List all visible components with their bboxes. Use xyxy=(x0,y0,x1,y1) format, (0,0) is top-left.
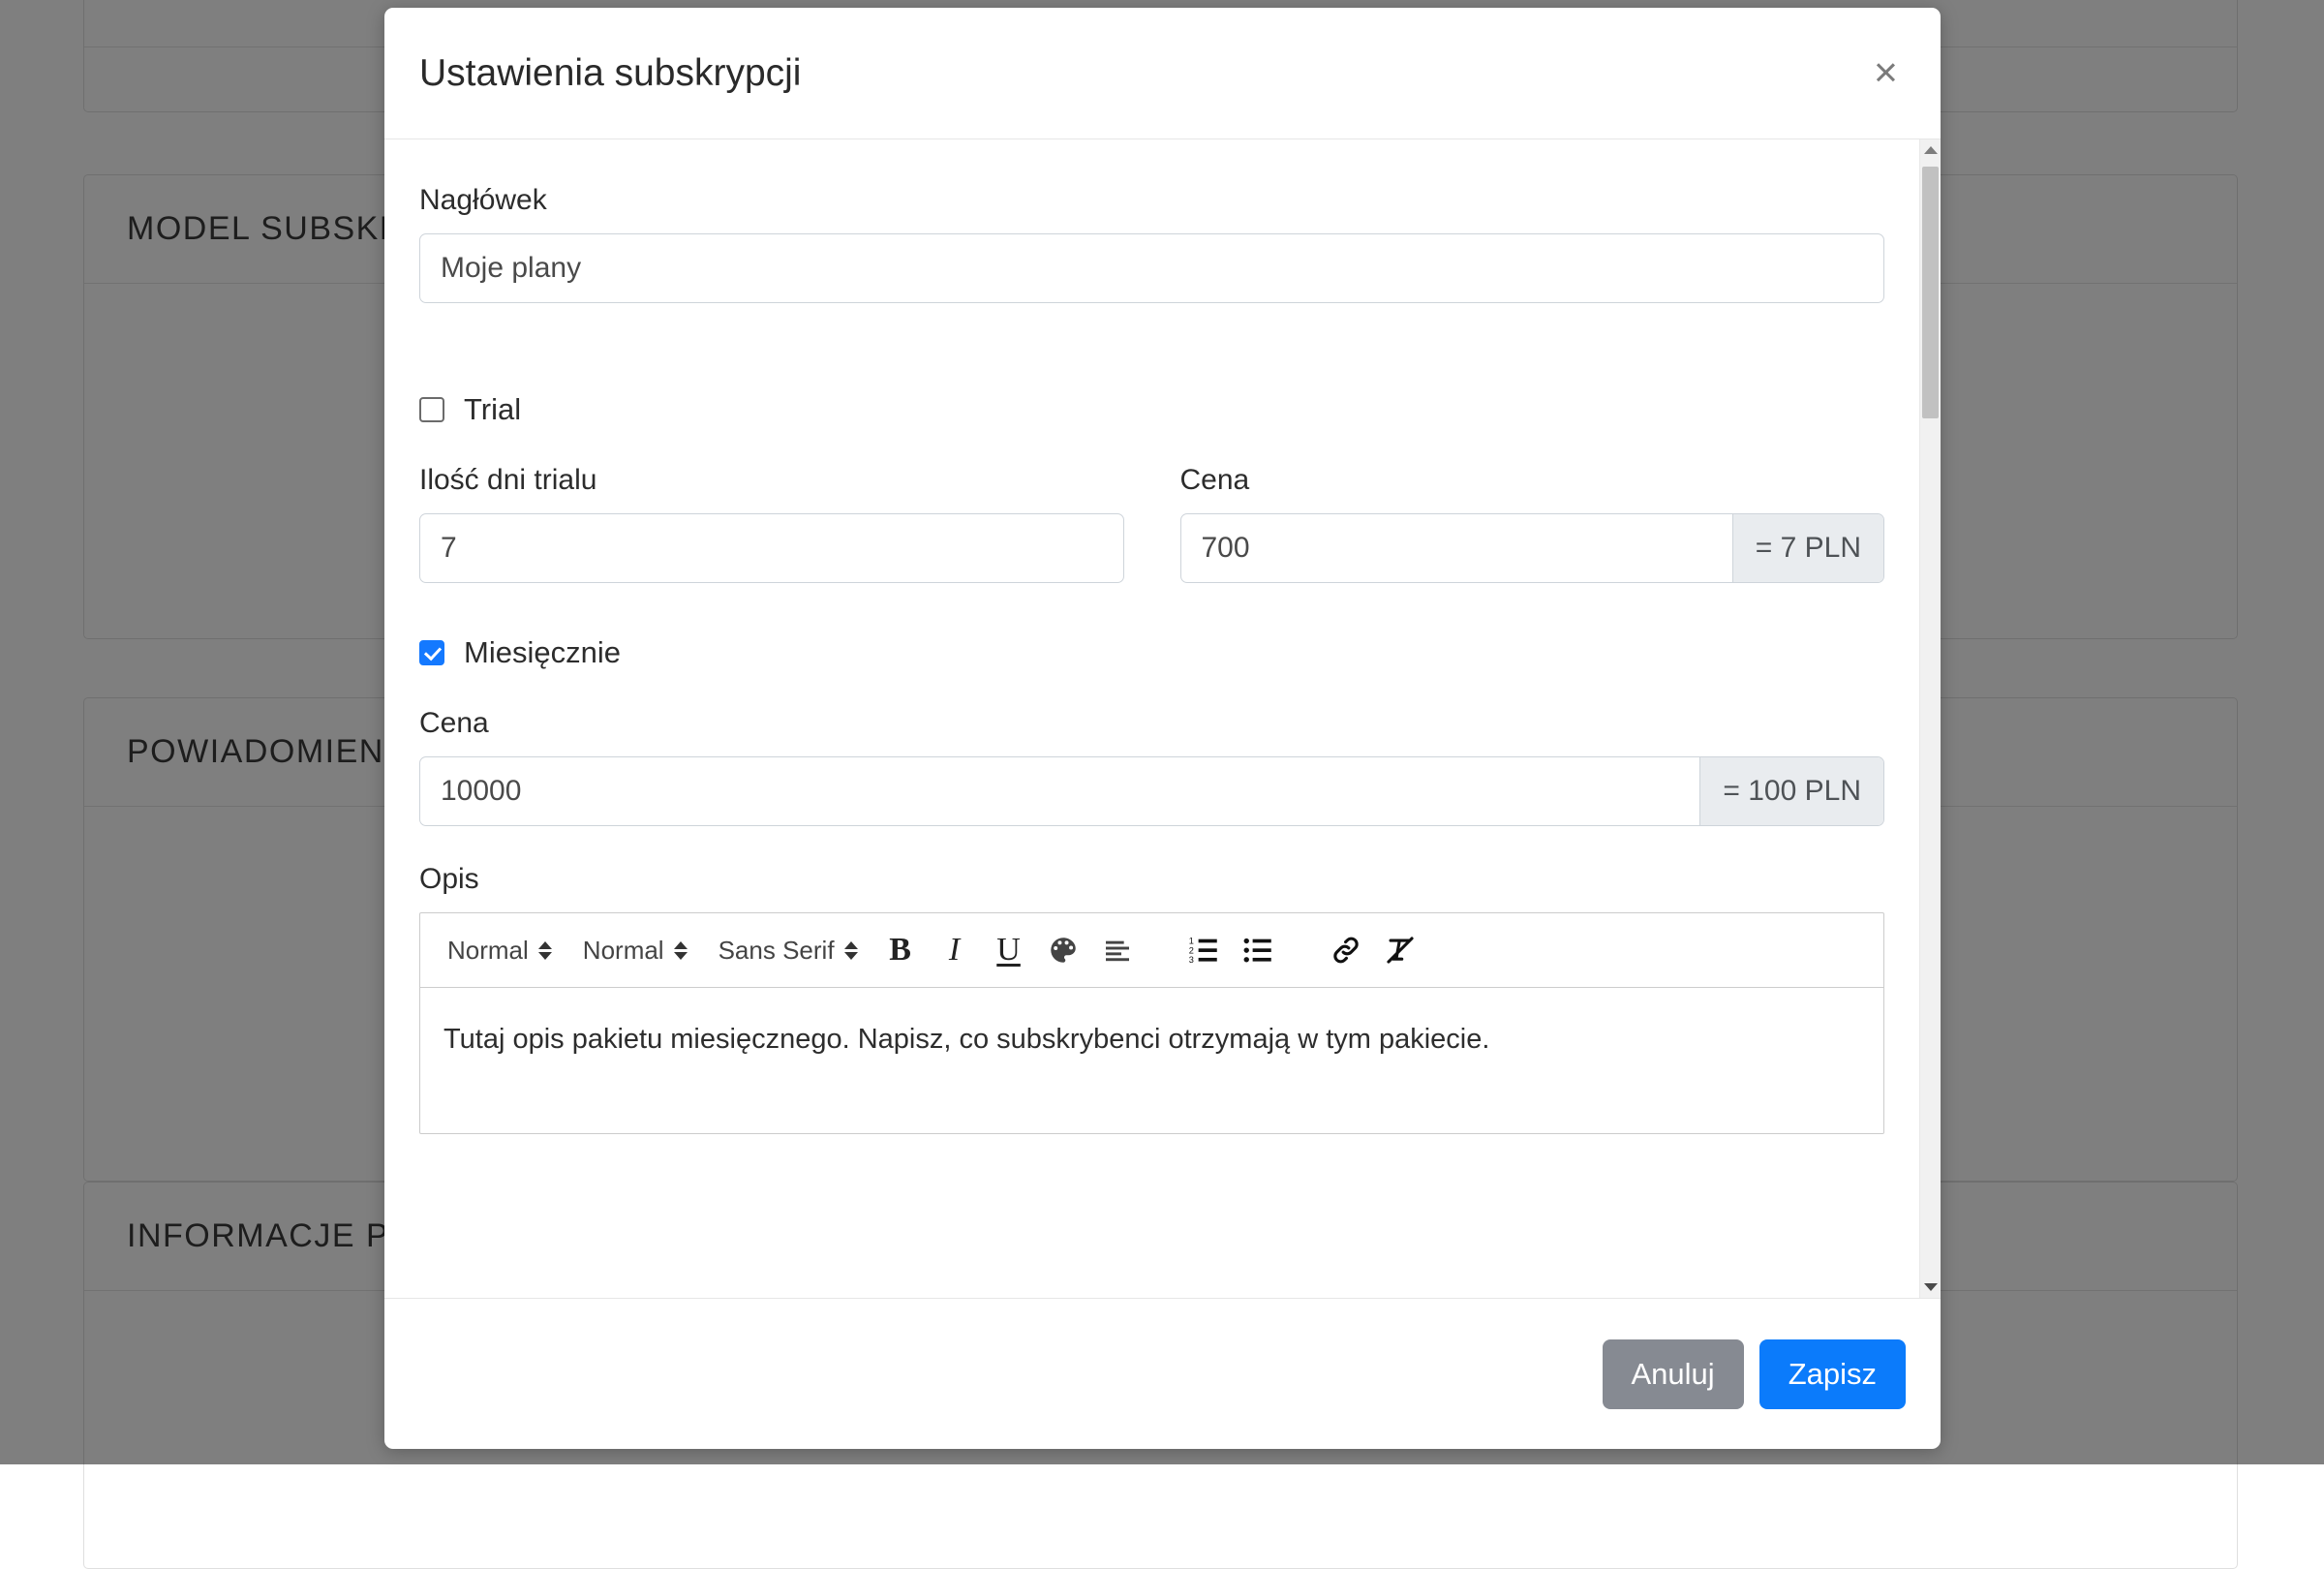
monthly-price-addon: = 100 PLN xyxy=(1699,757,1883,825)
monthly-description-group: Opis Normal Normal Sans Serif xyxy=(419,863,1884,1134)
bold-icon[interactable]: B xyxy=(873,923,928,977)
chevron-updown-icon xyxy=(844,941,858,960)
align-left-icon[interactable] xyxy=(1090,923,1145,977)
modal-body: Nagłówek Trial Ilość dni trialu Cena xyxy=(384,139,1919,1298)
spacer xyxy=(419,340,1884,392)
trial-price-group: Cena = 7 PLN xyxy=(1180,464,1885,583)
header-field-group: Nagłówek xyxy=(419,184,1884,303)
trial-days-label: Ilość dni trialu xyxy=(419,464,1124,497)
editor-font-select-value: Sans Serif xyxy=(719,936,835,966)
link-icon[interactable] xyxy=(1319,923,1373,977)
monthly-checkbox[interactable] xyxy=(419,640,444,665)
modal-body-wrapper: Nagłówek Trial Ilość dni trialu Cena xyxy=(384,139,1941,1298)
clear-format-icon[interactable] xyxy=(1373,923,1427,977)
editor-font-select[interactable]: Sans Serif xyxy=(703,913,873,987)
trial-price-input-group: = 7 PLN xyxy=(1180,513,1885,583)
cancel-button[interactable]: Anuluj xyxy=(1603,1339,1744,1409)
underline-icon[interactable]: U xyxy=(982,923,1036,977)
editor-toolbar: Normal Normal Sans Serif B I xyxy=(420,913,1883,988)
close-icon[interactable]: × xyxy=(1864,48,1908,98)
svg-text:1: 1 xyxy=(1188,937,1193,946)
trial-days-group: Ilość dni trialu xyxy=(419,464,1124,583)
svg-text:3: 3 xyxy=(1188,955,1193,965)
bullet-list-icon[interactable] xyxy=(1232,923,1286,977)
subscription-settings-modal: Ustawienia subskrypcji × Nagłówek Trial … xyxy=(384,8,1941,1449)
modal-title: Ustawienia subskrypcji xyxy=(419,52,801,95)
modal-footer: Anuluj Zapisz xyxy=(384,1298,1941,1449)
rich-text-editor: Normal Normal Sans Serif B I xyxy=(419,912,1884,1134)
monthly-checkbox-label: Miesięcznie xyxy=(464,635,621,670)
monthly-checkbox-row[interactable]: Miesięcznie xyxy=(419,635,1884,670)
trial-price-addon: = 7 PLN xyxy=(1732,514,1883,582)
trial-fields-row: Ilość dni trialu Cena = 7 PLN xyxy=(419,464,1884,583)
scroll-up-arrow-icon[interactable] xyxy=(1920,139,1941,161)
trial-price-input[interactable] xyxy=(1181,514,1732,582)
trial-checkbox-label: Trial xyxy=(464,392,521,427)
ordered-list-icon[interactable]: 1 2 3 xyxy=(1177,923,1232,977)
color-palette-icon[interactable] xyxy=(1036,923,1090,977)
editor-header-select[interactable]: Normal xyxy=(432,913,567,987)
trial-price-label: Cena xyxy=(1180,464,1885,497)
editor-size-select-value: Normal xyxy=(583,936,664,966)
spacer xyxy=(419,583,1884,635)
trial-checkbox[interactable] xyxy=(419,397,444,422)
header-field-label: Nagłówek xyxy=(419,184,1884,217)
editor-content[interactable]: Tutaj opis pakietu miesięcznego. Napisz,… xyxy=(420,988,1883,1133)
chevron-updown-icon xyxy=(674,941,688,960)
editor-size-select[interactable]: Normal xyxy=(567,913,703,987)
modal-body-scrollbar[interactable] xyxy=(1919,139,1941,1298)
header-input[interactable] xyxy=(419,233,1884,303)
scrollbar-thumb[interactable] xyxy=(1922,167,1939,418)
save-button[interactable]: Zapisz xyxy=(1759,1339,1906,1409)
trial-days-input[interactable] xyxy=(419,513,1124,583)
editor-header-select-value: Normal xyxy=(447,936,529,966)
scroll-down-arrow-icon[interactable] xyxy=(1920,1277,1941,1298)
monthly-description-label: Opis xyxy=(419,863,1884,896)
monthly-price-label: Cena xyxy=(419,707,1884,740)
monthly-price-input-group: = 100 PLN xyxy=(419,756,1884,826)
italic-icon[interactable]: I xyxy=(928,923,982,977)
monthly-price-group: Cena = 100 PLN xyxy=(419,707,1884,826)
trial-checkbox-row[interactable]: Trial xyxy=(419,392,1884,427)
modal-header: Ustawienia subskrypcji × xyxy=(384,8,1941,139)
chevron-updown-icon xyxy=(538,941,552,960)
monthly-price-input[interactable] xyxy=(420,757,1699,825)
